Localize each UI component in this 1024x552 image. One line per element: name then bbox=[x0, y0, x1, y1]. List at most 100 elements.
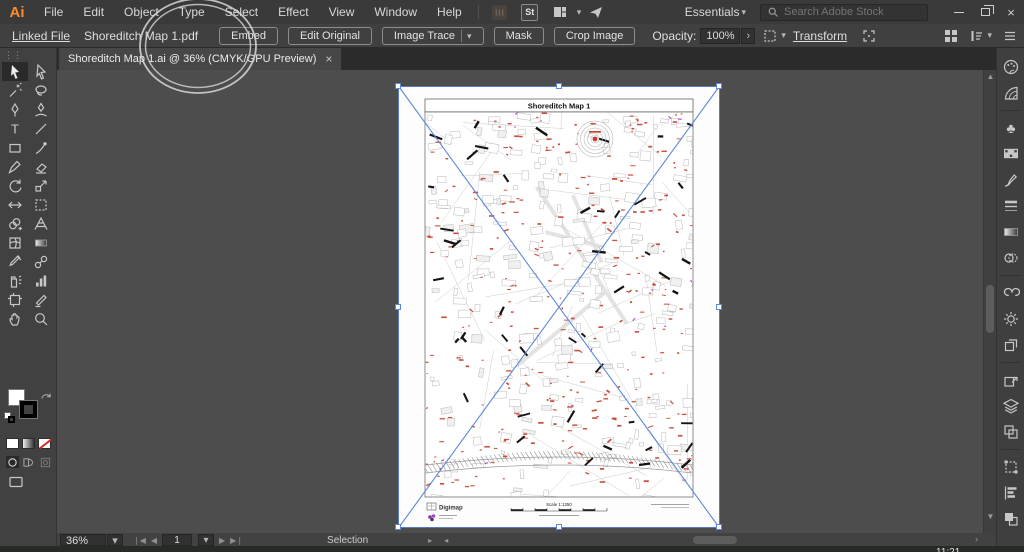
control-menu-icon[interactable] bbox=[1002, 28, 1018, 44]
document-tab[interactable]: Shoreditch Map 1.ai @ 36% (CMYK/GPU Prev… bbox=[59, 48, 342, 70]
pen-tool[interactable] bbox=[2, 100, 28, 119]
menu-effect[interactable]: Effect bbox=[268, 0, 318, 24]
artboard-number-field[interactable]: 1 bbox=[162, 534, 193, 546]
linked-file-label[interactable]: Linked File bbox=[12, 29, 70, 43]
cc-libraries-panel-icon[interactable] bbox=[999, 281, 1023, 305]
selection-handle-ne[interactable] bbox=[716, 83, 722, 89]
curvature-tool[interactable] bbox=[28, 100, 54, 119]
scroll-right-icon[interactable]: › bbox=[975, 534, 978, 544]
column-graph-tool[interactable] bbox=[28, 271, 54, 290]
horizontal-scroll-thumb[interactable] bbox=[693, 536, 738, 544]
mask-button[interactable]: Mask bbox=[493, 26, 544, 45]
arrange-documents-chevron-icon[interactable]: ▾ bbox=[577, 7, 582, 18]
color-button[interactable] bbox=[6, 438, 19, 449]
selection-handle-e[interactable] bbox=[716, 304, 722, 310]
blend-tool[interactable] bbox=[28, 252, 54, 271]
close-button[interactable]: × bbox=[998, 0, 1024, 24]
canvas[interactable]: Shoreditch Map 1 Digimap Scale 1:1250 ▲ … bbox=[57, 70, 996, 533]
direct-selection-tool[interactable] bbox=[28, 62, 54, 81]
selection-handle-sw[interactable] bbox=[395, 524, 401, 530]
menu-select[interactable]: Select bbox=[215, 0, 268, 24]
menu-type[interactable]: Type bbox=[169, 0, 215, 24]
select-similar-icon[interactable] bbox=[762, 28, 778, 44]
image-trace-chevron-icon[interactable]: ▾ bbox=[461, 29, 472, 42]
menu-edit[interactable]: Edit bbox=[73, 0, 114, 24]
restore-button[interactable] bbox=[972, 0, 998, 24]
slice-tool[interactable] bbox=[28, 290, 54, 309]
transform-link[interactable]: Transform bbox=[793, 29, 847, 43]
shape-builder-tool[interactable] bbox=[2, 214, 28, 233]
search-input[interactable] bbox=[784, 6, 914, 18]
isolate-object-icon[interactable] bbox=[861, 28, 877, 44]
selection-handle-w[interactable] bbox=[395, 304, 401, 310]
menu-file[interactable]: File bbox=[34, 0, 73, 24]
perspective-grid-tool[interactable] bbox=[28, 214, 54, 233]
symbol-sprayer-tool[interactable] bbox=[2, 271, 28, 290]
horizontal-scrollbar[interactable]: › bbox=[458, 533, 996, 547]
gradient-button[interactable] bbox=[22, 438, 35, 449]
scroll-down-icon[interactable]: ▼ bbox=[984, 512, 996, 521]
swap-fill-stroke-icon[interactable] bbox=[40, 388, 52, 406]
symbols-panel-icon[interactable]: ♣ bbox=[999, 116, 1023, 140]
eraser-tool[interactable] bbox=[28, 157, 54, 176]
transform-panel-icon[interactable] bbox=[999, 455, 1023, 479]
draw-behind-mode[interactable] bbox=[22, 456, 35, 468]
gradient-tool[interactable] bbox=[28, 233, 54, 252]
color-panel-icon[interactable] bbox=[999, 55, 1023, 79]
zoom-tool[interactable] bbox=[28, 309, 54, 328]
adjustments-panel-icon[interactable] bbox=[999, 307, 1023, 331]
rectangle-tool[interactable] bbox=[2, 138, 28, 157]
adobe-stock-icon[interactable]: St bbox=[518, 3, 542, 21]
prev-artboard-icon[interactable]: ◀ bbox=[151, 536, 157, 545]
menu-window[interactable]: Window bbox=[364, 0, 427, 24]
lasso-tool[interactable] bbox=[28, 81, 54, 100]
layers-panel-icon[interactable] bbox=[999, 394, 1023, 418]
status-back-icon[interactable]: ◂ bbox=[444, 536, 448, 545]
stroke-panel-icon[interactable] bbox=[999, 194, 1023, 218]
swatches-panel-icon[interactable] bbox=[999, 142, 1023, 166]
vertical-scrollbar[interactable]: ▲ ▼ bbox=[983, 70, 996, 533]
panel-grid-icon[interactable] bbox=[943, 28, 959, 44]
pencil-tool[interactable] bbox=[2, 157, 28, 176]
selection-tool[interactable] bbox=[2, 62, 28, 81]
placed-map-artwork[interactable]: Shoreditch Map 1 Digimap Scale 1:1250 bbox=[395, 83, 722, 530]
crop-image-button[interactable]: Crop Image bbox=[553, 26, 636, 45]
artboard-tool[interactable] bbox=[2, 290, 28, 309]
menu-view[interactable]: View bbox=[319, 0, 365, 24]
rotate-tool[interactable] bbox=[2, 176, 28, 195]
eyedropper-tool[interactable] bbox=[2, 252, 28, 271]
selection-handle-nw[interactable] bbox=[395, 83, 401, 89]
last-artboard-icon[interactable]: ▶❘ bbox=[230, 536, 243, 545]
brushes-panel-icon[interactable] bbox=[999, 168, 1023, 192]
tools-panel-grip[interactable]: ⋮⋮ bbox=[0, 48, 56, 62]
zoom-level-field[interactable]: 36% bbox=[60, 534, 106, 547]
tab-close-icon[interactable]: × bbox=[325, 52, 332, 66]
none-button[interactable] bbox=[38, 438, 51, 449]
share-icon[interactable] bbox=[584, 3, 608, 21]
dock-panel-icon[interactable] bbox=[969, 28, 985, 44]
edit-original-button[interactable]: Edit Original bbox=[287, 26, 372, 45]
mesh-tool[interactable] bbox=[2, 233, 28, 252]
line-segment-tool[interactable] bbox=[28, 119, 54, 138]
selection-handle-se[interactable] bbox=[716, 524, 722, 530]
align-panel-icon[interactable] bbox=[999, 481, 1023, 505]
menu-object[interactable]: Object bbox=[114, 0, 169, 24]
pathfinder-panel-icon[interactable] bbox=[999, 420, 1023, 444]
default-fill-stroke-icon[interactable] bbox=[4, 412, 16, 424]
embed-button[interactable]: Embed bbox=[219, 26, 278, 45]
free-transform-tool[interactable] bbox=[28, 195, 54, 214]
menu-help[interactable]: Help bbox=[427, 0, 472, 24]
arrange-documents-icon[interactable] bbox=[548, 3, 572, 21]
select-similar-chevron-icon[interactable]: ▾ bbox=[781, 30, 786, 41]
vertical-scroll-thumb[interactable] bbox=[986, 285, 994, 333]
workspace-switcher[interactable]: Essentials ▾ bbox=[685, 5, 746, 19]
status-play-icon[interactable]: ▸ bbox=[428, 536, 432, 545]
selection-handle-s[interactable] bbox=[556, 524, 562, 530]
scale-tool[interactable] bbox=[28, 176, 54, 195]
zoom-dropdown-icon[interactable]: ▾ bbox=[107, 534, 123, 547]
artboards-panel-icon[interactable] bbox=[999, 333, 1023, 357]
dock-panel-chevron-icon[interactable]: ▾ bbox=[987, 30, 992, 41]
asset-export-panel-icon[interactable] bbox=[999, 368, 1023, 392]
selection-handle-n[interactable] bbox=[556, 83, 562, 89]
hand-tool[interactable] bbox=[2, 309, 28, 328]
